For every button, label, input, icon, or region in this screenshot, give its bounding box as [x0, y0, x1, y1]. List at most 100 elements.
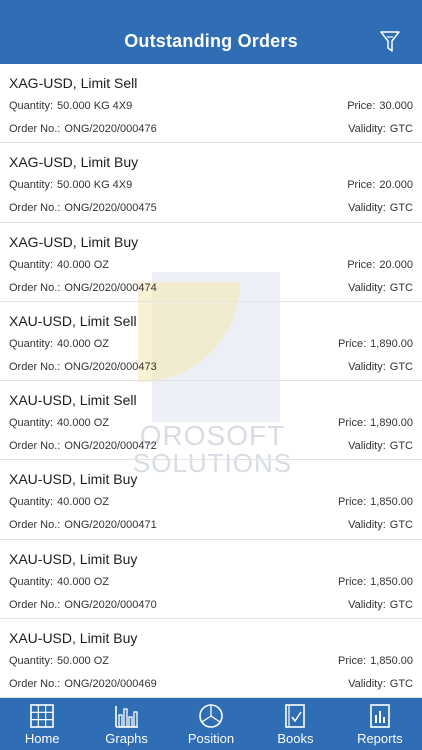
price-value: 20.000 — [379, 179, 413, 192]
quantity-value: 40.000 OZ — [57, 575, 110, 588]
order-no-label: Order No.: — [9, 360, 61, 373]
order-no-value: ONG/2020/000475 — [64, 202, 157, 215]
price-value: 30.000 — [379, 100, 413, 112]
order-no-value: ONG/2020/000471 — [64, 519, 157, 532]
order-no-value: ONG/2020/000474 — [64, 281, 157, 294]
validity-label: Validity: — [348, 440, 386, 453]
order-no-value: ONG/2020/000476 — [64, 123, 157, 135]
order-row[interactable]: XAU-USD, Limit Buy Quantity: 50.000 OZ Pr… — [0, 619, 422, 698]
price-label: Price: — [338, 655, 367, 668]
validity-label: Validity: — [348, 281, 386, 294]
order-title: XAU-USD, Limit Buy — [9, 630, 138, 647]
tab-reports[interactable]: Reports — [338, 698, 422, 750]
price-label: Price: — [347, 100, 376, 112]
price-value: 1,890.00 — [370, 337, 413, 350]
quantity-label: Quantity: — [9, 258, 54, 271]
order-no-value: ONG/2020/000469 — [64, 678, 157, 691]
order-title: XAG-USD, Limit Buy — [9, 233, 139, 250]
order-title: XAU-USD, Limit Sell — [9, 312, 137, 329]
price-label: Price: — [338, 417, 367, 430]
quantity-value: 50.000 OZ — [57, 655, 110, 668]
tab-position[interactable]: Position — [169, 698, 253, 750]
quantity-value: 40.000 OZ — [57, 417, 110, 430]
tab-books[interactable]: Books — [253, 698, 337, 750]
order-title: XAU-USD, Limit Buy — [9, 550, 138, 567]
tab-graphs-label: Graphs — [105, 731, 148, 746]
quantity-value: 40.000 OZ — [57, 258, 110, 271]
order-no-label: Order No.: — [9, 123, 61, 135]
validity-value: GTC — [389, 598, 413, 611]
order-no-label: Order No.: — [9, 202, 61, 215]
order-no-label: Order No.: — [9, 281, 61, 294]
quantity-value: 50.000 KG 4X9 — [57, 179, 133, 192]
price-label: Price: — [347, 258, 376, 271]
validity-value: GTC — [389, 281, 413, 294]
quantity-label: Quantity: — [9, 100, 54, 112]
order-no-label: Order No.: — [9, 440, 61, 453]
price-label: Price: — [338, 496, 367, 509]
quantity-label: Quantity: — [9, 655, 54, 668]
order-title: XAG-USD, Limit Buy — [9, 154, 139, 171]
quantity-value: 50.000 KG 4X9 — [57, 100, 133, 112]
book-icon — [285, 704, 306, 728]
order-row[interactable]: XAG-USD, Limit Buy Quantity: 50.000 KG 4X… — [0, 143, 422, 223]
order-no-label: Order No.: — [9, 598, 61, 611]
order-no-value: ONG/2020/000473 — [64, 360, 157, 373]
validity-value: GTC — [389, 360, 413, 373]
order-title: XAU-USD, Limit Buy — [9, 471, 138, 488]
order-title: XAG-USD, Limit Sell — [9, 75, 138, 91]
validity-label: Validity: — [348, 202, 386, 215]
order-no-label: Order No.: — [9, 678, 61, 691]
bar-chart-icon — [114, 706, 138, 728]
quantity-label: Quantity: — [9, 417, 54, 430]
order-no-label: Order No.: — [9, 519, 61, 532]
order-no-value: ONG/2020/000472 — [64, 440, 157, 453]
tab-position-label: Position — [187, 731, 235, 746]
quantity-label: Quantity: — [9, 179, 54, 192]
validity-value: GTC — [389, 440, 413, 453]
validity-label: Validity: — [348, 519, 386, 532]
quantity-label: Quantity: — [9, 575, 54, 588]
validity-label: Validity: — [348, 360, 386, 373]
price-value: 1,850.00 — [370, 575, 413, 588]
order-no-value: ONG/2020/000470 — [64, 598, 157, 611]
quantity-value: 40.000 OZ — [57, 337, 110, 350]
tab-home-label: Home — [24, 731, 60, 746]
price-value: 1,890.00 — [370, 417, 413, 430]
pie-chart-icon — [199, 704, 223, 728]
header-bar: Outstanding Orders — [0, 0, 422, 64]
quantity-label: Quantity: — [9, 496, 54, 509]
order-row[interactable]: XAU-USD, Limit Buy Quantity: 40.000 OZ Pr… — [0, 540, 422, 620]
quantity-label: Quantity: — [9, 337, 54, 350]
tab-graphs[interactable]: Graphs — [84, 698, 168, 750]
validity-label: Validity: — [348, 678, 386, 691]
order-row[interactable]: XAG-USD, Limit Buy Quantity: 40.000 OZ Pr… — [0, 223, 422, 302]
grid-icon — [30, 704, 55, 728]
report-icon — [370, 704, 390, 728]
quantity-value: 40.000 OZ — [57, 496, 110, 509]
page-title: Outstanding Orders — [124, 31, 298, 51]
order-row[interactable]: XAU-USD, Limit Sell Quantity: 40.000 OZ P… — [0, 302, 422, 382]
tab-home[interactable]: Home — [0, 698, 84, 750]
price-label: Price: — [338, 337, 367, 350]
tab-books-label: Books — [277, 731, 314, 746]
validity-label: Validity: — [348, 598, 386, 611]
order-row[interactable]: XAG-USD, Limit Sell Quantity: 50.000 KG 4… — [0, 64, 422, 144]
order-title: XAU-USD, Limit Sell — [9, 392, 137, 409]
price-label: Price: — [338, 575, 367, 588]
price-value: 1,850.00 — [370, 655, 413, 668]
order-row[interactable]: XAU-USD, Limit Sell Quantity: 40.000 OZ P… — [0, 381, 422, 461]
validity-label: Validity: — [348, 123, 386, 135]
price-label: Price: — [347, 179, 376, 192]
bottom-tab-bar: Home Graphs Position Books Reports — [0, 698, 422, 750]
price-value: 20.000 — [379, 258, 413, 271]
validity-value: GTC — [389, 678, 413, 691]
validity-value: GTC — [389, 202, 413, 215]
order-row[interactable]: XAU-USD, Limit Buy Quantity: 40.000 OZ Pr… — [0, 460, 422, 540]
filter-button[interactable] — [378, 30, 402, 54]
validity-value: GTC — [389, 123, 413, 135]
validity-value: GTC — [389, 519, 413, 532]
tab-reports-label: Reports — [357, 731, 403, 746]
orders-list: XAG-USD, Limit Sell Quantity: 50.000 KG 4… — [0, 64, 422, 698]
price-value: 1,850.00 — [370, 496, 413, 509]
